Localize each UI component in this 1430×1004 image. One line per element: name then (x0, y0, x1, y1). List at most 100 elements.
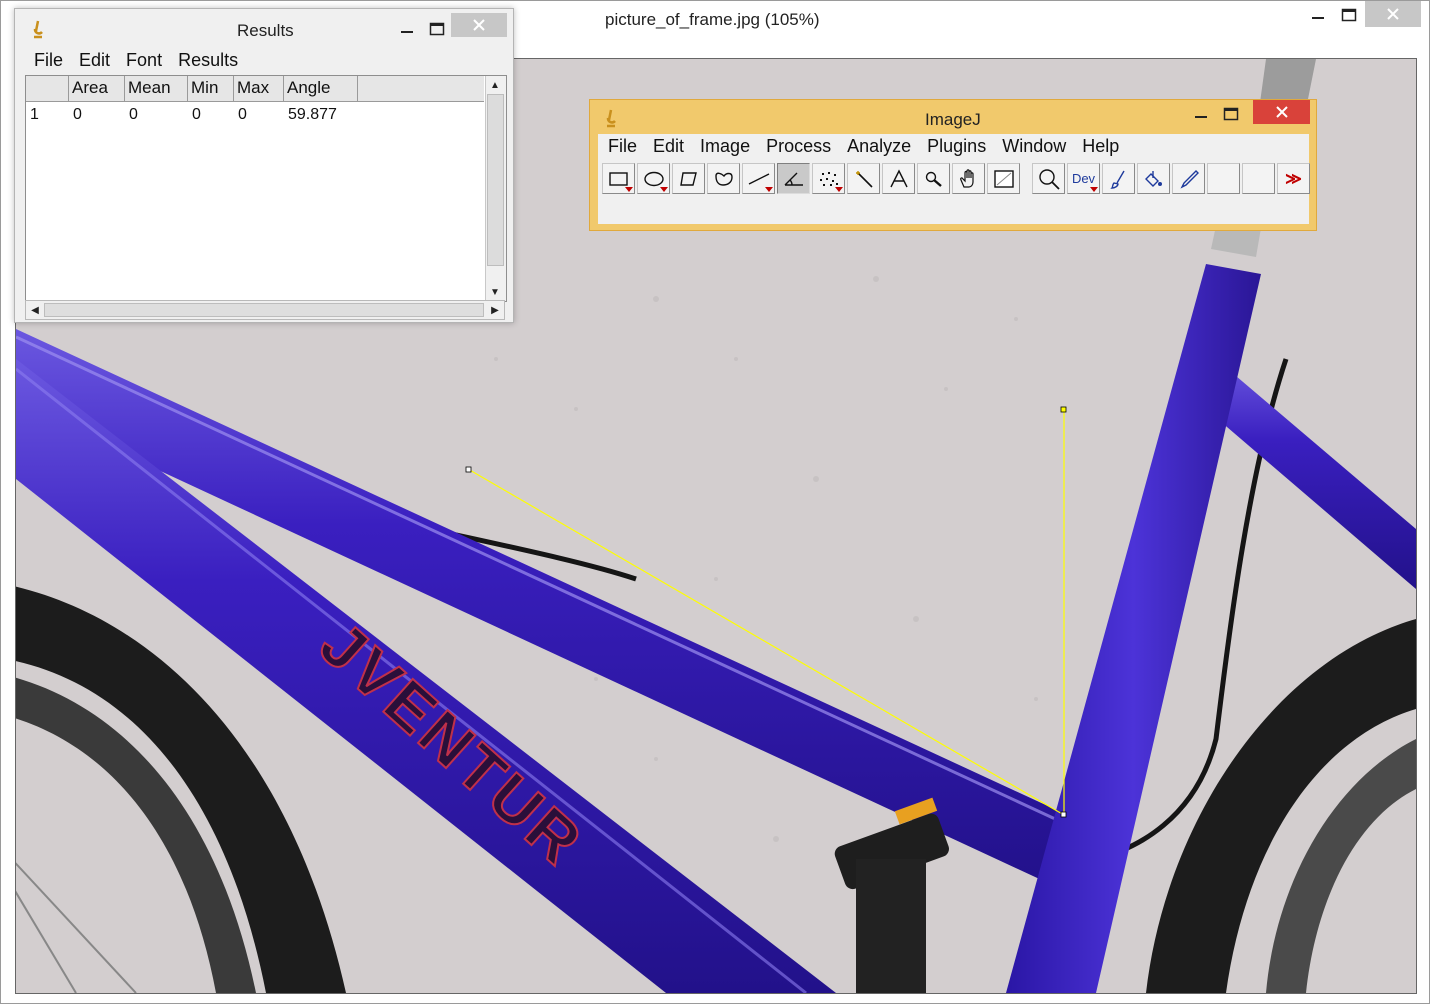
results-menu-font[interactable]: Font (118, 50, 170, 74)
freehand-icon (714, 172, 733, 186)
tool-polygon[interactable] (672, 163, 705, 194)
column-header-mean[interactable]: Mean (125, 76, 188, 101)
tool-oval[interactable] (637, 163, 670, 194)
horizontal-scroll-thumb[interactable] (44, 303, 484, 317)
imagej-menubar: File Edit Image Process Analyze Plugins … (600, 136, 1127, 162)
tool-zoom[interactable] (1032, 163, 1065, 194)
minimize-icon (1195, 116, 1207, 118)
results-window: Results File Edit Font Results Area Mean… (14, 8, 514, 323)
tool-text[interactable] (882, 163, 915, 194)
maximize-icon (1341, 8, 1357, 22)
maximize-icon (429, 22, 445, 36)
close-icon (473, 19, 485, 31)
imagej-menu-analyze[interactable]: Analyze (839, 136, 919, 162)
maximize-icon (1223, 107, 1239, 121)
close-button[interactable] (1365, 1, 1421, 27)
tool-freehand[interactable] (707, 163, 740, 194)
imagej-window: ImageJ File Edit Image Process Analyze P… (589, 99, 1317, 231)
close-icon (1275, 106, 1288, 118)
line-icon (748, 172, 769, 185)
results-maximize-button[interactable] (423, 15, 451, 43)
imagej-maximize-button[interactable] (1217, 100, 1245, 128)
minimize-icon (1312, 17, 1324, 19)
tool-angle[interactable] (777, 163, 810, 194)
scroll-left-icon[interactable]: ◀ (27, 302, 43, 318)
column-header-min[interactable]: Min (188, 76, 234, 101)
scroll-down-icon[interactable]: ▼ (487, 284, 503, 300)
cell-angle: 59.877 (288, 106, 337, 123)
vertical-scroll-thumb[interactable] (487, 94, 504, 266)
horizontal-scrollbar[interactable]: ◀ ▶ (25, 300, 505, 320)
imagej-body: File Edit Image Process Analyze Plugins … (598, 134, 1312, 224)
imagej-menu-plugins[interactable]: Plugins (919, 136, 994, 162)
tool-more[interactable]: ≫ (1277, 163, 1310, 194)
multipoint-icon (819, 171, 838, 186)
magnifier-icon (925, 171, 942, 187)
tool-pencil[interactable] (1172, 163, 1205, 194)
column-header-angle[interactable]: Angle (284, 76, 358, 101)
results-close-button[interactable] (451, 13, 507, 37)
maximize-button[interactable] (1335, 1, 1363, 29)
tool-brush[interactable] (1102, 163, 1135, 194)
angle-handle-start (465, 466, 472, 473)
results-menu-results[interactable]: Results (170, 50, 246, 74)
search-icon (1038, 168, 1060, 190)
scroll-up-icon[interactable]: ▲ (487, 77, 503, 93)
tool-empty-2[interactable] (1242, 163, 1275, 194)
results-menu-edit[interactable]: Edit (71, 50, 118, 74)
minimize-icon (401, 31, 413, 33)
results-minimize-button[interactable] (393, 15, 421, 43)
oval-icon (643, 171, 664, 186)
angle-handle-vertex (1060, 811, 1067, 818)
tool-point[interactable] (812, 163, 845, 194)
image-window-title: picture_of_frame.jpg (105%) (605, 10, 820, 29)
cell-area: 0 (73, 106, 82, 123)
results-menu-file[interactable]: File (26, 50, 71, 74)
column-header-index[interactable] (26, 76, 69, 101)
imagej-toolbar: Dev ≫ (602, 163, 1312, 194)
results-menubar: File Edit Font Results (26, 50, 246, 74)
minimize-button[interactable] (1304, 1, 1332, 29)
results-title: Results (237, 21, 294, 40)
column-header-area[interactable]: Area (69, 76, 125, 101)
flood-fill-icon (1144, 170, 1162, 187)
tool-hand[interactable] (952, 163, 985, 194)
imagej-close-button[interactable] (1253, 100, 1310, 124)
tool-empty-1[interactable] (1207, 163, 1240, 194)
tool-developer[interactable]: Dev (1067, 163, 1100, 194)
pencil-icon (1179, 169, 1199, 189)
results-table-header: Area Mean Min Max Angle (26, 76, 484, 102)
tool-rectangle[interactable] (602, 163, 635, 194)
cell-index: 1 (30, 106, 39, 123)
tool-magnifier[interactable] (917, 163, 950, 194)
tool-line[interactable] (742, 163, 775, 194)
brush-icon (1109, 170, 1125, 189)
rectangle-icon (608, 171, 628, 186)
imagej-title: ImageJ (925, 110, 981, 129)
imagej-microscope-icon (33, 20, 43, 39)
table-row[interactable]: 1 0 0 0 0 59.877 (26, 106, 358, 124)
cell-mean: 0 (129, 106, 138, 123)
angle-icon (784, 172, 803, 186)
imagej-menu-edit[interactable]: Edit (645, 136, 692, 162)
results-table[interactable]: Area Mean Min Max Angle 1 0 0 0 0 59.877… (25, 75, 507, 302)
imagej-menu-image[interactable]: Image (692, 136, 758, 162)
column-header-max[interactable]: Max (234, 76, 284, 101)
imagej-minimize-button[interactable] (1187, 100, 1215, 128)
imagej-menu-process[interactable]: Process (758, 136, 839, 162)
color-picker-icon (993, 169, 1014, 188)
tool-flood-fill[interactable] (1137, 163, 1170, 194)
imagej-menu-file[interactable]: File (600, 136, 645, 162)
dev-icon: Dev (1071, 171, 1096, 186)
hand-icon (959, 168, 974, 188)
imagej-menu-window[interactable]: Window (994, 136, 1074, 162)
imagej-menu-help[interactable]: Help (1074, 136, 1127, 162)
tool-color-picker[interactable] (987, 163, 1020, 194)
imagej-microscope-icon (606, 109, 616, 128)
cell-max: 0 (238, 106, 247, 123)
vertical-scrollbar[interactable]: ▲ ▼ (485, 76, 506, 301)
cell-min: 0 (192, 106, 201, 123)
angle-handle-end (1060, 406, 1067, 413)
tool-wand[interactable] (847, 163, 880, 194)
scroll-right-icon[interactable]: ▶ (487, 302, 503, 318)
